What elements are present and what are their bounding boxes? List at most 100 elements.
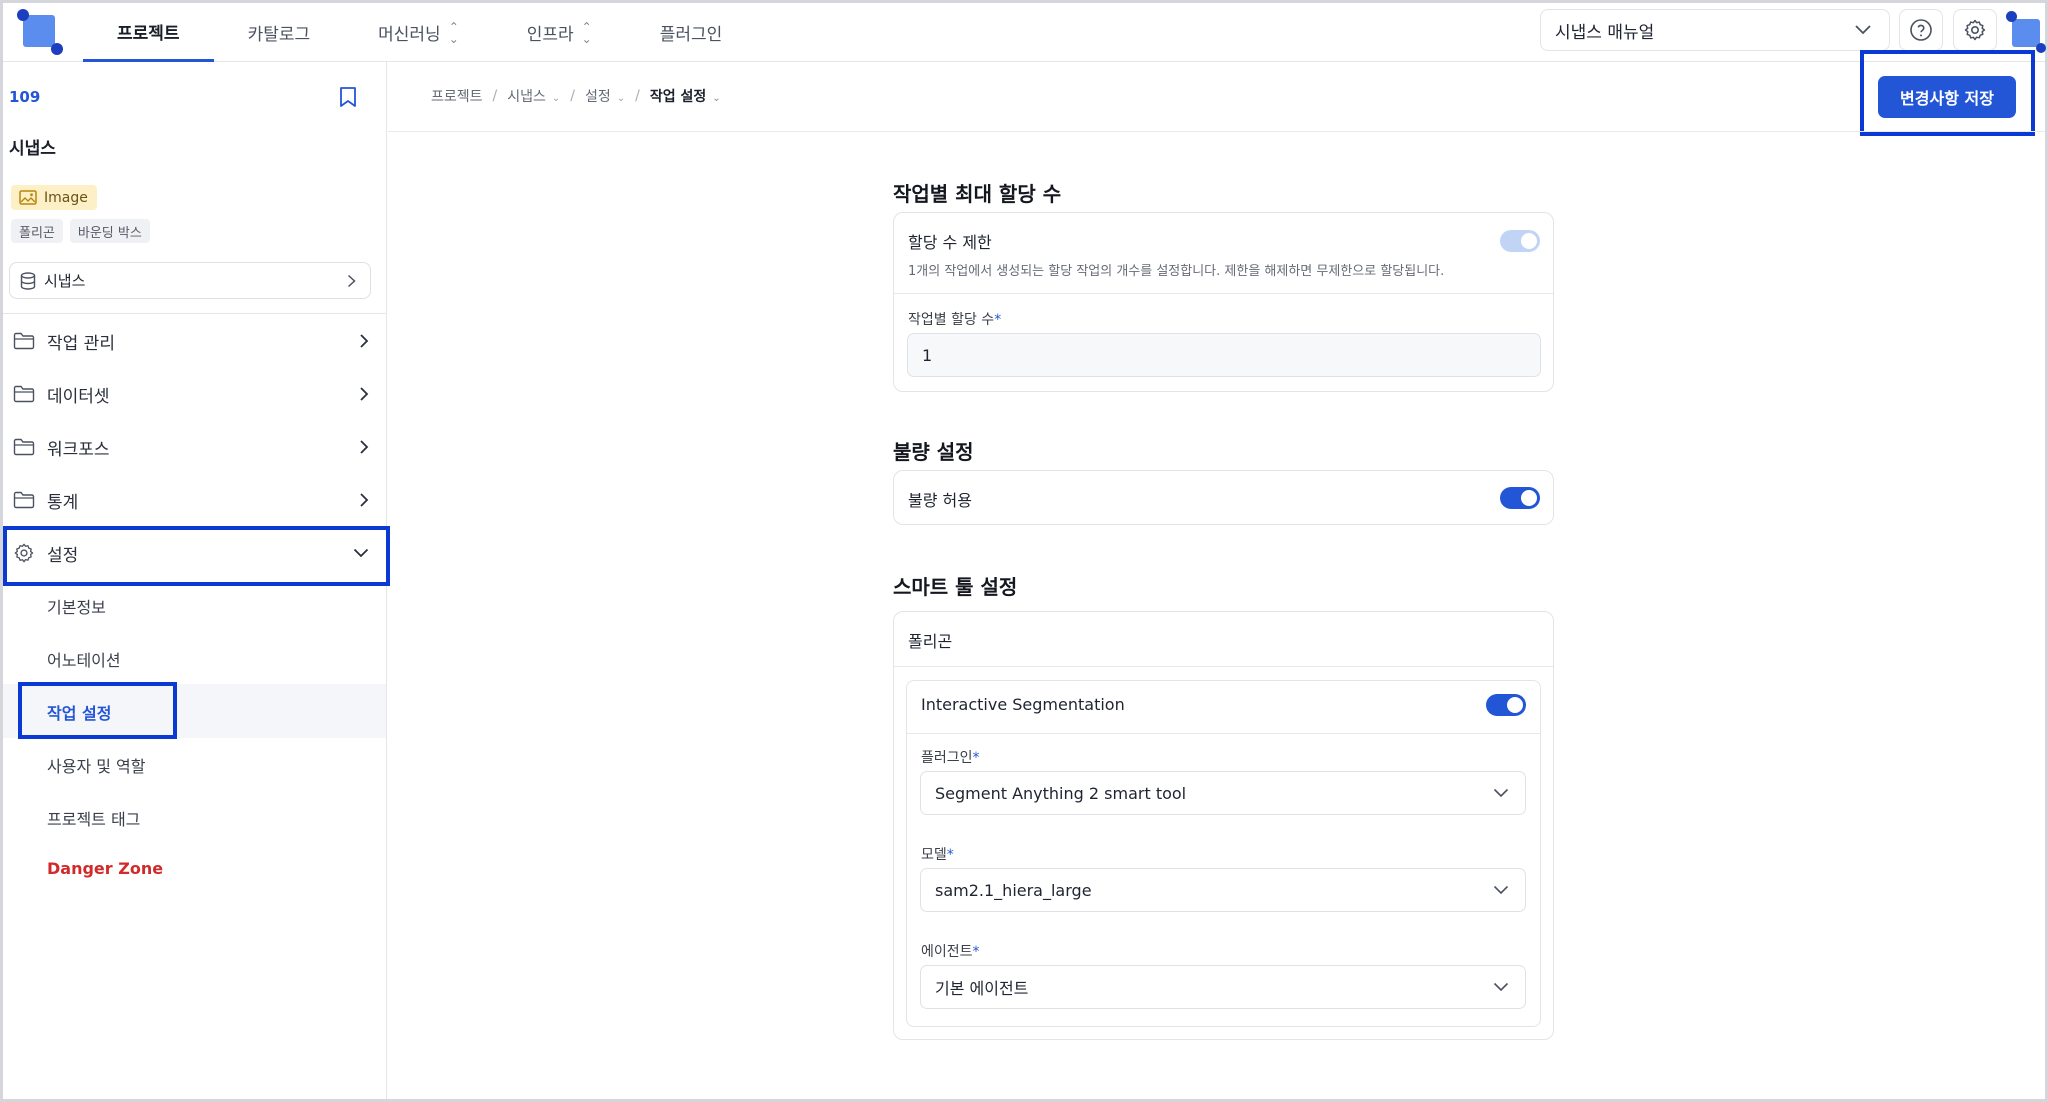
settings-sub-annotation[interactable]: 어노테이션 [47, 647, 121, 671]
interactive-seg-panel: Interactive Segmentation 플러그인* Segment A… [906, 680, 1541, 1027]
chevron-right-icon [347, 274, 356, 287]
chevron-down-icon [1493, 982, 1509, 992]
assign-count-input[interactable]: 1 [907, 333, 1541, 377]
chevron-right-icon [360, 440, 369, 454]
project-id: 109 [9, 88, 41, 106]
sidebar-item-label: 작업 관리 [47, 333, 115, 354]
top-nav-tabs: 프로젝트 카탈로그 머신러닝 ⌃ ⌄ 인프라 ⌃ ⌄ 플러그인 [83, 3, 756, 62]
settings-button[interactable] [1953, 9, 1997, 51]
chevron-down-icon [353, 548, 369, 558]
app-logo[interactable] [17, 9, 63, 55]
limit-toggle[interactable] [1500, 230, 1540, 252]
tab-infra[interactable]: 인프라 ⌃ ⌄ [493, 3, 626, 62]
smart-tool-card: 폴리곤 Interactive Segmentation 플러그인* Segme… [893, 611, 1554, 1040]
plugin-select-value: Segment Anything 2 smart tool [935, 783, 1187, 803]
sidebar-item-workforce[interactable]: 워크포스 [9, 422, 375, 472]
sidebar-item-settings[interactable]: 설정 [9, 528, 375, 578]
database-icon [20, 271, 36, 290]
folder-icon [13, 385, 35, 403]
breadcrumb-separator: / [570, 88, 575, 104]
breadcrumb-item-synapse[interactable]: 시냅스 ⌄ [507, 86, 560, 106]
sidebar-item-label: 통계 [47, 492, 79, 513]
reject-toggle-label: 불량 허용 [908, 491, 972, 510]
sidebar-item-label: 워크포스 [47, 439, 110, 460]
tab-plugins[interactable]: 플러그인 [626, 3, 757, 62]
sidebar-item-task-management[interactable]: 작업 관리 [9, 316, 375, 366]
max-assign-card: 할당 수 제한 1개의 작업에서 생성되는 할당 작업의 개수를 설정합니다. … [893, 212, 1554, 392]
sidebar-item-label: 설정 [47, 545, 79, 566]
chevron-down-icon: ⌄ [551, 93, 561, 104]
breadcrumb-item-projects[interactable]: 프로젝트 [431, 86, 483, 106]
card-divider [894, 666, 1553, 667]
manual-select[interactable]: 시냅스 매뉴얼 [1540, 9, 1890, 51]
tab-projects[interactable]: 프로젝트 [83, 3, 214, 62]
chevron-down-icon: ⌄ [712, 93, 721, 104]
breadcrumb-item-settings[interactable]: 설정 ⌄ [585, 86, 625, 106]
section-title-smart-tool: 스마트 툴 설정 [893, 575, 1018, 599]
panel-divider [907, 733, 1540, 734]
breadcrumb-separator: / [492, 88, 498, 104]
image-icon [19, 190, 37, 205]
chevron-down-icon [1493, 885, 1509, 895]
agent-label: 에이전트* [921, 944, 980, 960]
tag-chips: 폴리곤 바운딩 박스 [11, 219, 150, 243]
chevron-down-icon [1855, 25, 1871, 35]
plugin-label: 플러그인* [921, 750, 980, 766]
tab-machine-learning[interactable]: 머신러닝 ⌃ ⌄ [344, 3, 493, 62]
breadcrumb-bar: 프로젝트 / 시냅스 ⌄ / 설정 ⌄ / 작업 설정 ⌄ [388, 62, 2045, 132]
model-select[interactable]: sam2.1_hiera_large [920, 868, 1526, 912]
interactive-seg-label: Interactive Segmentation [921, 695, 1125, 714]
settings-sub-basic-info[interactable]: 기본정보 [47, 594, 106, 618]
dataset-selector[interactable]: 시냅스 [9, 262, 371, 299]
reject-allow-toggle[interactable] [1500, 487, 1540, 509]
data-type-label: Image [44, 189, 88, 206]
folder-icon [13, 332, 35, 350]
gear-icon [1964, 19, 1986, 41]
settings-sub-users-roles[interactable]: 사용자 및 역할 [47, 753, 146, 777]
settings-sub-task-settings[interactable]: 작업 설정 [47, 700, 111, 724]
chevron-down-icon [1493, 788, 1509, 798]
breadcrumb-separator: / [635, 88, 640, 104]
project-name: 시냅스 [9, 139, 56, 159]
sidebar-item-label: 데이터셋 [47, 386, 110, 407]
reject-card: 불량 허용 [893, 470, 1554, 525]
tab-catalog[interactable]: 카탈로그 [214, 3, 345, 62]
updown-chevron-icon: ⌃ ⌄ [448, 19, 459, 46]
chevron-right-icon [360, 387, 369, 401]
agent-select[interactable]: 기본 에이전트 [920, 965, 1526, 1009]
interactive-seg-toggle[interactable] [1486, 694, 1526, 716]
help-button[interactable] [1899, 9, 1943, 51]
section-title-max-assign: 작업별 최대 할당 수 [893, 182, 1062, 206]
data-type-chip: Image [11, 185, 97, 210]
agent-select-value: 기본 에이전트 [935, 979, 1029, 998]
limit-description: 1개의 작업에서 생성되는 할당 작업의 개수를 설정합니다. 제한을 해제하면… [908, 264, 1445, 279]
tag-chip: 바운딩 박스 [69, 219, 150, 243]
help-icon [1910, 19, 1932, 41]
model-select-value: sam2.1_hiera_large [935, 880, 1092, 900]
folder-icon [13, 491, 35, 509]
updown-chevron-icon: ⌃ ⌄ [581, 19, 592, 46]
sidebar-item-statistics[interactable]: 통계 [9, 475, 375, 525]
settings-sub-danger-zone[interactable]: Danger Zone [47, 859, 163, 878]
user-avatar[interactable] [2002, 9, 2046, 53]
plugin-select[interactable]: Segment Anything 2 smart tool [920, 771, 1526, 815]
section-title-reject: 불량 설정 [893, 440, 974, 464]
sidebar-item-dataset[interactable]: 데이터셋 [9, 369, 375, 419]
card-divider [894, 293, 1553, 294]
dataset-selector-label: 시냅스 [44, 272, 86, 290]
gear-icon [14, 543, 34, 563]
model-label: 모델* [921, 847, 954, 863]
breadcrumb-item-current[interactable]: 작업 설정 ⌄ [650, 86, 721, 106]
folder-icon [13, 438, 35, 456]
breadcrumb: 프로젝트 / 시냅스 ⌄ / 설정 ⌄ / 작업 설정 ⌄ [431, 86, 721, 106]
settings-sub-project-tags[interactable]: 프로젝트 태그 [47, 806, 140, 830]
count-field-label: 작업별 할당 수* [908, 312, 1002, 328]
chevron-right-icon [360, 334, 369, 348]
sidebar: 109 시냅스 Image 폴리곤 바운딩 박스 시냅스 작업 관리 데이터셋 … [3, 62, 387, 1099]
save-changes-button[interactable]: 변경사항 저장 [1878, 76, 2016, 118]
bookmark-button[interactable] [339, 86, 357, 112]
chevron-down-icon: ⌄ [616, 93, 626, 104]
chevron-right-icon [360, 493, 369, 507]
sidebar-divider [3, 313, 386, 314]
top-navigation-bar: 프로젝트 카탈로그 머신러닝 ⌃ ⌄ 인프라 ⌃ ⌄ 플러그인 시냅스 매뉴얼 [3, 3, 2046, 62]
